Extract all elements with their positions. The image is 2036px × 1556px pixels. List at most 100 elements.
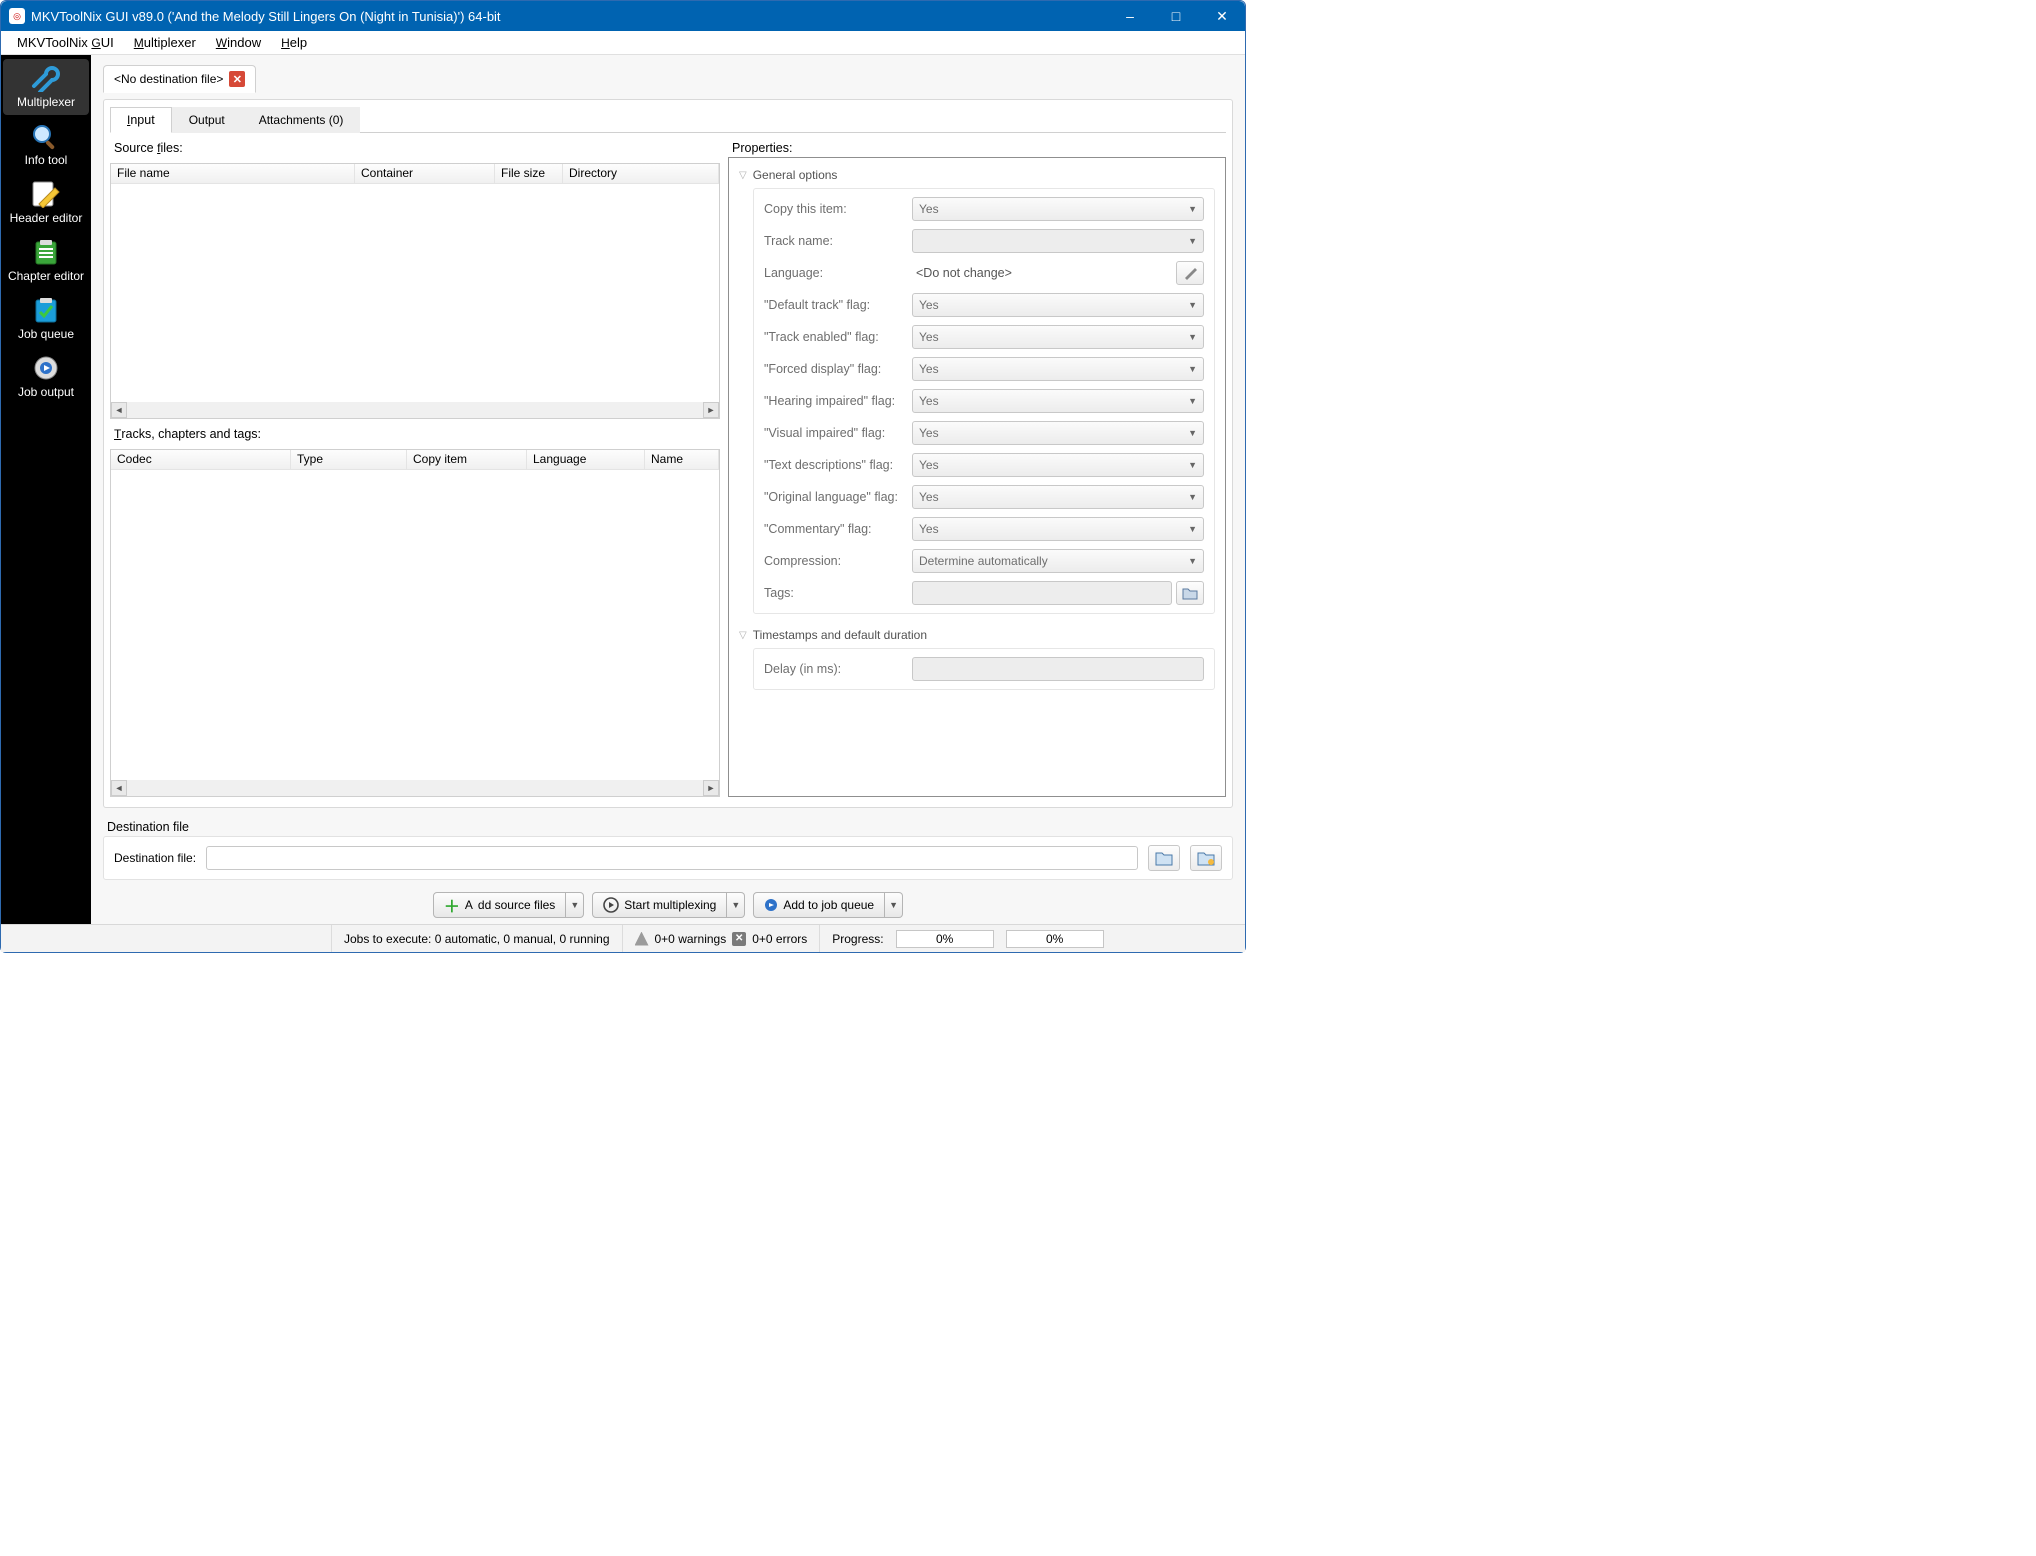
source-files-table[interactable]: File name Container File size Directory … bbox=[110, 163, 720, 419]
properties-scroll[interactable]: ▽General options Copy this item:Yes▼ Tra… bbox=[729, 158, 1225, 796]
language-value: <Do not change> bbox=[912, 264, 1168, 282]
error-icon: ✕ bbox=[732, 932, 746, 946]
minimize-button[interactable]: – bbox=[1107, 1, 1153, 31]
delay-field[interactable] bbox=[912, 657, 1204, 681]
source-files-label: Source files: bbox=[110, 139, 720, 157]
browse-tags-button[interactable] bbox=[1176, 581, 1204, 605]
magnifier-icon bbox=[28, 121, 64, 151]
menu-window[interactable]: Window bbox=[208, 33, 269, 52]
col-copyitem[interactable]: Copy item bbox=[407, 450, 527, 469]
document-tab-label: <No destination file> bbox=[114, 72, 223, 86]
col-filename[interactable]: File name bbox=[111, 164, 355, 183]
chevron-down-icon: ▼ bbox=[1188, 428, 1197, 438]
prop-label: "Commentary" flag: bbox=[764, 522, 904, 536]
col-directory[interactable]: Directory bbox=[563, 164, 719, 183]
edit-language-button[interactable] bbox=[1176, 261, 1204, 285]
default-flag-combo[interactable]: Yes▼ bbox=[912, 293, 1204, 317]
chevron-down-icon: ▼ bbox=[1188, 364, 1197, 374]
sidebar-item-job-queue[interactable]: Job queue bbox=[3, 291, 89, 347]
chevron-down-icon: ▼ bbox=[1188, 332, 1197, 342]
sidebar-item-header-editor[interactable]: Header editor bbox=[3, 175, 89, 231]
add-to-job-queue-button[interactable]: Add to job queue bbox=[753, 892, 885, 918]
group-general-header[interactable]: ▽General options bbox=[739, 164, 1215, 186]
col-type[interactable]: Type bbox=[291, 450, 407, 469]
close-button[interactable]: ✕ bbox=[1199, 1, 1245, 31]
prop-label: "Track enabled" flag: bbox=[764, 330, 904, 344]
chevron-down-icon: ▼ bbox=[1188, 204, 1197, 214]
menu-app[interactable]: MKVToolNix GUI bbox=[9, 33, 122, 52]
col-language[interactable]: Language bbox=[527, 450, 645, 469]
app-icon: ◎ bbox=[9, 8, 25, 24]
col-codec[interactable]: Codec bbox=[111, 450, 291, 469]
tags-field[interactable] bbox=[912, 581, 1172, 605]
clipboard-icon bbox=[28, 237, 64, 267]
tab-close-icon[interactable]: ✕ bbox=[229, 71, 245, 87]
chevron-down-icon: ▼ bbox=[1188, 492, 1197, 502]
sidebar-label: Header editor bbox=[10, 211, 83, 225]
chevron-down-icon: ▼ bbox=[1188, 300, 1197, 310]
h-scrollbar[interactable]: ◄► bbox=[111, 780, 719, 796]
destination-input[interactable] bbox=[206, 846, 1138, 870]
compression-combo[interactable]: Determine automatically▼ bbox=[912, 549, 1204, 573]
add-source-dropdown[interactable]: ▼ bbox=[566, 892, 584, 918]
destination-field-label: Destination file: bbox=[114, 851, 196, 865]
prop-label: "Default track" flag: bbox=[764, 298, 904, 312]
triangle-icon: ▽ bbox=[739, 630, 747, 641]
commentary-flag-combo[interactable]: Yes▼ bbox=[912, 517, 1204, 541]
chevron-down-icon: ▼ bbox=[1188, 396, 1197, 406]
triangle-icon: ▽ bbox=[739, 170, 747, 181]
forced-flag-combo[interactable]: Yes▼ bbox=[912, 357, 1204, 381]
origlang-flag-combo[interactable]: Yes▼ bbox=[912, 485, 1204, 509]
chevron-down-icon: ▼ bbox=[1188, 556, 1197, 566]
sidebar-label: Info tool bbox=[25, 153, 68, 167]
sidebar-item-chapter-editor[interactable]: Chapter editor bbox=[3, 233, 89, 289]
start-mux-dropdown[interactable]: ▼ bbox=[727, 892, 745, 918]
clipboard-check-icon bbox=[28, 295, 64, 325]
gear-play-icon bbox=[28, 353, 64, 383]
textdesc-flag-combo[interactable]: Yes▼ bbox=[912, 453, 1204, 477]
status-warnings[interactable]: 0+0 warnings✕0+0 errors bbox=[623, 925, 821, 952]
visual-flag-combo[interactable]: Yes▼ bbox=[912, 421, 1204, 445]
prop-label: "Visual impaired" flag: bbox=[764, 426, 904, 440]
properties-label: Properties: bbox=[728, 139, 1226, 157]
tab-output[interactable]: Output bbox=[172, 107, 242, 133]
menu-help[interactable]: Help bbox=[273, 33, 315, 52]
copy-item-combo[interactable]: Yes▼ bbox=[912, 197, 1204, 221]
enabled-flag-combo[interactable]: Yes▼ bbox=[912, 325, 1204, 349]
sidebar-item-info-tool[interactable]: Info tool bbox=[3, 117, 89, 173]
tab-input[interactable]: Input bbox=[110, 107, 172, 133]
track-name-combo[interactable]: ▼ bbox=[912, 229, 1204, 253]
recent-destination-button[interactable] bbox=[1190, 845, 1222, 871]
start-multiplexing-button[interactable]: Start multiplexing bbox=[592, 892, 727, 918]
pencil-page-icon bbox=[28, 179, 64, 209]
prop-label: Tags: bbox=[764, 586, 904, 600]
sidebar-item-multiplexer[interactable]: Multiplexer bbox=[3, 59, 89, 115]
menu-multiplexer[interactable]: Multiplexer bbox=[126, 33, 204, 52]
tab-attachments[interactable]: Attachments (0) bbox=[242, 107, 361, 133]
document-tab[interactable]: <No destination file> ✕ bbox=[103, 65, 256, 93]
queue-icon bbox=[764, 898, 778, 912]
warning-icon bbox=[635, 932, 649, 946]
col-filesize[interactable]: File size bbox=[495, 164, 563, 183]
chevron-down-icon: ▼ bbox=[1188, 524, 1197, 534]
col-name[interactable]: Name bbox=[645, 450, 719, 469]
hearing-flag-combo[interactable]: Yes▼ bbox=[912, 389, 1204, 413]
sidebar: Multiplexer Info tool Header editor Chap… bbox=[1, 55, 91, 924]
add-queue-dropdown[interactable]: ▼ bbox=[885, 892, 903, 918]
group-timestamps-header[interactable]: ▽Timestamps and default duration bbox=[739, 624, 1215, 646]
add-source-files-button[interactable]: ＋ Add source files bbox=[433, 892, 566, 918]
sidebar-item-job-output[interactable]: Job output bbox=[3, 349, 89, 405]
properties-panel: ▽General options Copy this item:Yes▼ Tra… bbox=[728, 157, 1226, 797]
maximize-button[interactable]: □ bbox=[1153, 1, 1199, 31]
browse-destination-button[interactable] bbox=[1148, 845, 1180, 871]
tracks-table[interactable]: Codec Type Copy item Language Name ◄► bbox=[110, 449, 720, 797]
statusbar: Jobs to execute: 0 automatic, 0 manual, … bbox=[1, 924, 1245, 952]
sidebar-label: Multiplexer bbox=[17, 95, 75, 109]
tracks-label: Tracks, chapters and tags: bbox=[110, 425, 720, 443]
col-container[interactable]: Container bbox=[355, 164, 495, 183]
wrench-icon bbox=[28, 63, 64, 93]
destination-section-label: Destination file bbox=[103, 818, 1233, 836]
h-scrollbar[interactable]: ◄► bbox=[111, 402, 719, 418]
prop-label: Delay (in ms): bbox=[764, 662, 904, 676]
sidebar-label: Job output bbox=[18, 385, 74, 399]
